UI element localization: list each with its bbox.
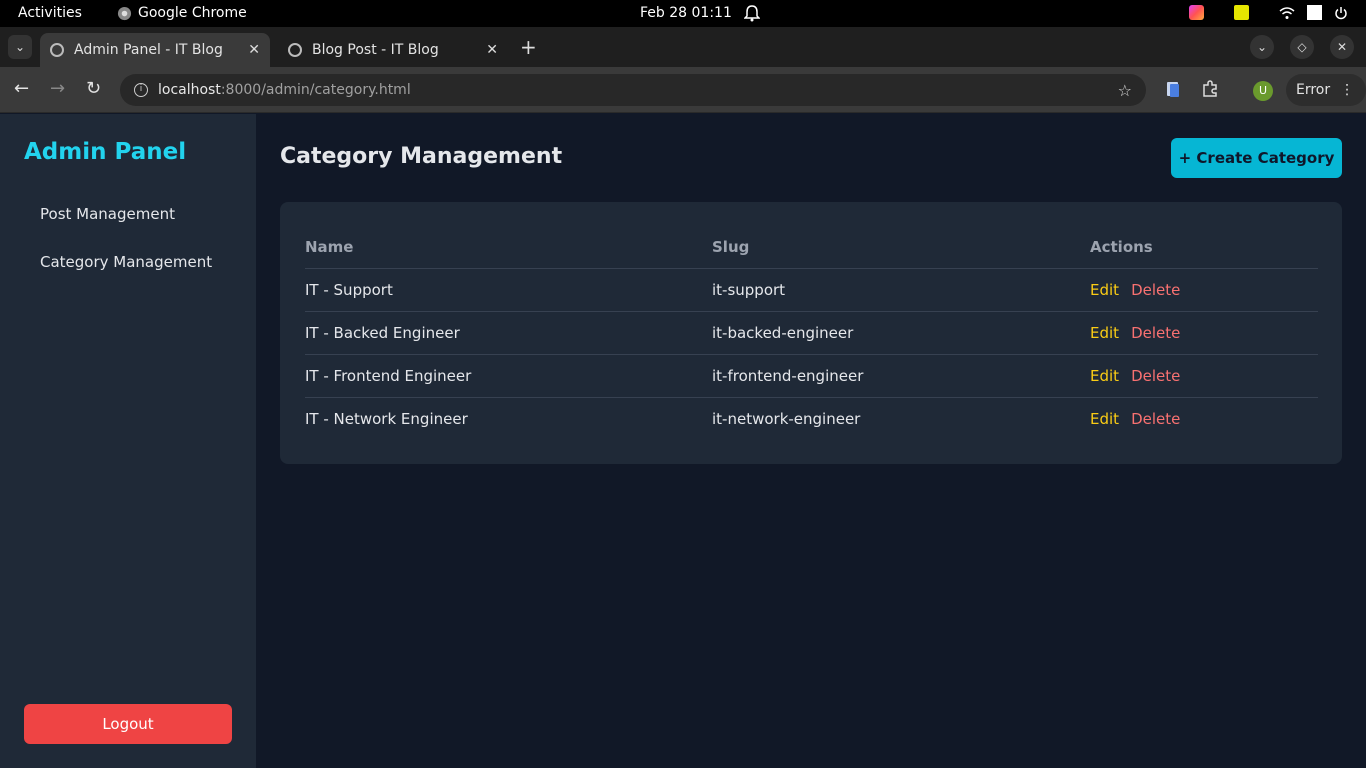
delete-link[interactable]: Delete [1131,367,1180,385]
site-info-icon[interactable]: i [134,83,148,97]
tab-title: Admin Panel - IT Blog [74,42,223,58]
forward-arrow-icon[interactable]: → [50,78,65,99]
notification-bell-icon[interactable] [743,4,761,26]
bookmark-star-icon[interactable]: ☆ [1118,81,1132,100]
table-row: IT - Frontend Engineer it-frontend-engin… [305,355,1318,398]
delete-link[interactable]: Delete [1131,324,1180,342]
delete-link[interactable]: Delete [1131,281,1180,299]
page-title: Category Management [280,144,563,169]
category-slug: it-support [712,281,786,299]
chevron-down-icon[interactable]: ⌄ [1250,35,1274,59]
more-menu-icon[interactable]: ⋮ [1340,82,1354,98]
header-name: Name [305,238,354,256]
category-slug: it-frontend-engineer [712,367,864,385]
close-window-icon[interactable]: ✕ [1330,35,1354,59]
table-header: Name Slug Actions [305,226,1318,269]
category-name: IT - Network Engineer [305,410,468,428]
tab-admin-panel[interactable]: Admin Panel - IT Blog ✕ [40,33,270,67]
header-actions: Actions [1090,238,1153,256]
row-actions: Edit Delete [1090,367,1180,385]
new-tab-icon[interactable]: + [520,35,537,59]
category-slug: it-network-engineer [712,410,861,428]
globe-icon [288,43,302,57]
app-name: Google Chrome [138,5,247,21]
close-tab-icon[interactable]: ✕ [248,42,260,58]
status-indicator-icon[interactable] [1307,5,1322,20]
row-actions: Edit Delete [1090,410,1180,428]
reload-icon[interactable]: ↻ [86,78,101,99]
app-indicator-icon[interactable] [1189,5,1204,20]
tab-strip: ⌄ Admin Panel - IT Blog ✕ Blog Post - IT… [0,27,1366,67]
reading-list-icon[interactable] [1165,80,1181,98]
app-menu[interactable]: Google Chrome [117,5,247,21]
tab-search-chevron-icon[interactable]: ⌄ [8,35,32,59]
edit-link[interactable]: Edit [1090,281,1119,299]
chrome-icon [117,6,132,20]
table-row: IT - Support it-support Edit Delete [305,269,1318,312]
sidebar-item-category-management[interactable]: Category Management [40,253,212,271]
minimize-icon[interactable]: ◇ [1290,35,1314,59]
sidebar-item-post-management[interactable]: Post Management [40,205,175,223]
edit-link[interactable]: Edit [1090,410,1119,428]
category-table: Name Slug Actions IT - Support it-suppor… [280,202,1342,464]
tab-title: Blog Post - IT Blog [312,42,439,58]
table-row: IT - Backed Engineer it-backed-engineer … [305,312,1318,355]
extensions-puzzle-icon[interactable] [1202,80,1218,98]
category-name: IT - Backed Engineer [305,324,460,342]
error-chip[interactable]: Error ⋮ [1286,74,1366,106]
system-top-bar: Activities Google Chrome Feb 28 01:11 [0,0,1366,27]
delete-link[interactable]: Delete [1131,410,1180,428]
globe-icon [50,43,64,57]
url-path: :8000/admin/category.html [220,82,411,98]
edit-link[interactable]: Edit [1090,367,1119,385]
wifi-icon[interactable] [1279,6,1295,20]
clock[interactable]: Feb 28 01:11 [640,5,732,21]
header-slug: Slug [712,238,750,256]
address-bar[interactable]: i localhost :8000/admin/category.html ☆ [120,74,1146,106]
url-host: localhost [158,82,221,98]
row-actions: Edit Delete [1090,281,1180,299]
system-tray[interactable] [1189,5,1348,20]
category-name: IT - Frontend Engineer [305,367,472,385]
brand-title: Admin Panel [24,139,187,165]
edit-link[interactable]: Edit [1090,324,1119,342]
activities-button[interactable]: Activities [18,5,82,21]
row-actions: Edit Delete [1090,324,1180,342]
close-tab-icon[interactable]: ✕ [486,42,498,58]
back-arrow-icon[interactable]: ← [14,78,29,99]
browser-toolbar: ← → ↻ i localhost :8000/admin/category.h… [0,67,1366,113]
notes-indicator-icon[interactable] [1234,5,1249,20]
create-category-button[interactable]: + Create Category [1171,138,1342,178]
error-label: Error [1296,82,1331,98]
page: Admin Panel Post Management Category Man… [0,114,1366,768]
power-icon[interactable] [1334,6,1348,20]
table-row: IT - Network Engineer it-network-enginee… [305,398,1318,441]
profile-avatar[interactable]: U [1253,81,1273,101]
sidebar: Admin Panel Post Management Category Man… [0,114,256,768]
category-slug: it-backed-engineer [712,324,854,342]
category-name: IT - Support [305,281,393,299]
tab-blog-post[interactable]: Blog Post - IT Blog ✕ [278,33,508,67]
logout-button[interactable]: Logout [24,704,232,744]
